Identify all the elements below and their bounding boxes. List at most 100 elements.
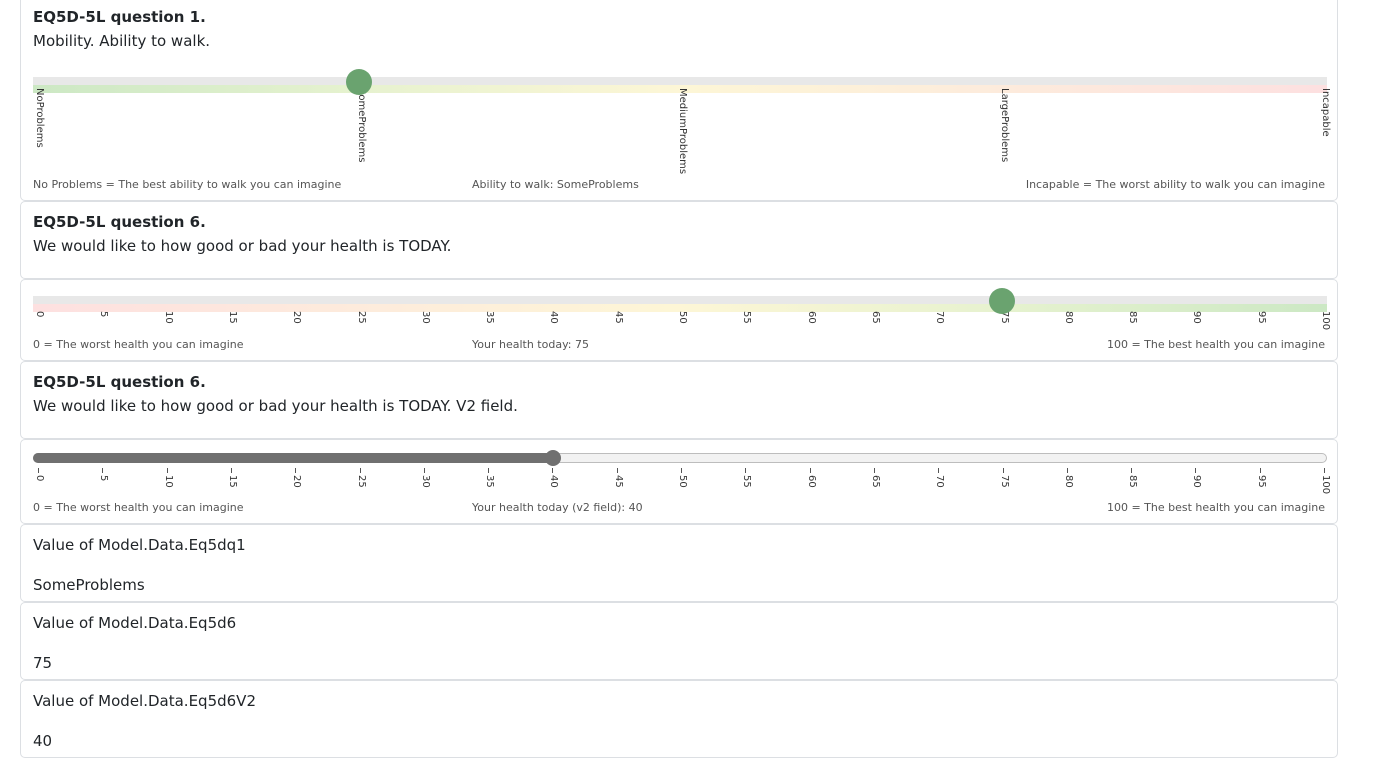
tick-mark — [1002, 468, 1004, 473]
value-text: 75 — [33, 654, 53, 672]
tick-label: 70 — [934, 475, 946, 488]
tick-mark — [1195, 468, 1197, 473]
tick-label: 90 — [1191, 475, 1203, 488]
tick-label: 5 — [98, 475, 110, 482]
tick-label: 45 — [612, 475, 624, 488]
tick-label: 50 — [677, 475, 688, 488]
tick-label: 25 — [355, 475, 367, 488]
tick-label: 95 — [1255, 311, 1267, 324]
tick-label: 80 — [1062, 475, 1074, 488]
tick-mark — [1324, 468, 1325, 473]
tick-label: 55 — [741, 311, 753, 324]
question-6v2-title: EQ5D-5L question 6. — [33, 373, 206, 391]
health-left-label: 0 = The worst health you can imagine — [33, 338, 244, 351]
tick-label: Incapable — [1320, 88, 1331, 137]
tick-label: 30 — [419, 311, 431, 324]
health-v2-slider[interactable]: 0 5 10 15 20 25 30 35 40 45 50 55 60 65 70 75 80 85 90 95 10… — [33, 450, 1331, 494]
tick-label: 40 — [548, 475, 560, 488]
mobility-slider-track-bg — [33, 77, 1327, 85]
tick-label: 65 — [869, 475, 881, 488]
health-v2-slider-thumb[interactable] — [545, 450, 562, 466]
tick-label: 20 — [291, 475, 303, 488]
tick-label: 30 — [419, 475, 431, 488]
tick-label: 15 — [226, 311, 238, 324]
mobility-center-label: Ability to walk: SomeProblems — [472, 178, 639, 191]
tick-label: SomeProblems — [355, 88, 367, 163]
health-v2-left-label: 0 = The worst health you can imagine — [33, 501, 244, 514]
tick-mark — [295, 468, 297, 473]
value-label: Value of Model.Data.Eq5d6 — [33, 614, 237, 632]
question-6-slider-card: 0 5 10 15 20 25 30 35 40 45 50 55 60 65 70 75 80 85 90 95 10… — [20, 279, 1338, 361]
mobility-left-label: No Problems = The best ability to walk y… — [33, 178, 342, 191]
question-6v2-card: EQ5D-5L question 6. We would like to how… — [20, 361, 1338, 439]
health-right-label: 100 = The best health you can imagine — [1106, 338, 1325, 351]
tick-label: 50 — [677, 311, 688, 324]
question-6v2-text: We would like to how good or bad your he… — [33, 397, 518, 415]
question-1-card: EQ5D-5L question 1. Mobility. Ability to… — [20, 0, 1338, 201]
tick-mark — [1259, 468, 1261, 473]
value-label: Value of Model.Data.Eq5dq1 — [33, 536, 246, 554]
tick-label: 10 — [162, 311, 174, 324]
tick-label: 35 — [484, 475, 496, 488]
mobility-right-label: Incapable = The worst ability to walk yo… — [1025, 178, 1325, 191]
tick-label: 55 — [741, 475, 753, 488]
tick-label: 100 — [1320, 475, 1331, 495]
health-slider[interactable]: 0 5 10 15 20 25 30 35 40 45 50 55 60 65 70 75 80 85 90 95 10… — [33, 288, 1331, 330]
mobility-slider-thumb[interactable] — [345, 69, 372, 95]
tick-label: MediumProblems — [677, 88, 688, 175]
health-slider-thumb[interactable] — [988, 288, 1015, 314]
tick-mark — [745, 468, 747, 473]
tick-mark — [1131, 468, 1133, 473]
tick-label: NoProblems — [34, 88, 45, 148]
tick-mark — [423, 468, 425, 473]
tick-mark — [552, 468, 554, 473]
tick-label: 90 — [1191, 311, 1203, 324]
health-v2-center-label: Your health today (v2 field): 40 — [472, 501, 643, 514]
tick-mark — [616, 468, 618, 473]
tick-mark — [938, 468, 940, 473]
tick-label: 85 — [1127, 475, 1139, 488]
value-card-eq5d6: Value of Model.Data.Eq5d6 75 — [20, 602, 1338, 680]
value-card-eq5d6v2: Value of Model.Data.Eq5d6V2 40 — [20, 680, 1338, 758]
health-center-label: Your health today: 75 — [472, 338, 589, 351]
mobility-slider[interactable]: NoProblems SomeProblems MediumProblems Larg… — [33, 69, 1331, 174]
tick-label: 25 — [355, 311, 367, 324]
tick-label: 45 — [612, 311, 624, 324]
question-6-text: We would like to how good or bad your he… — [33, 237, 452, 255]
tick-mark — [359, 468, 361, 473]
tick-label: 80 — [1062, 311, 1074, 324]
tick-mark — [681, 468, 682, 473]
tick-label: 35 — [484, 311, 496, 324]
value-text: 40 — [33, 732, 53, 750]
question-1-text: Mobility. Ability to walk. — [33, 32, 211, 50]
tick-mark — [873, 468, 875, 473]
tick-label: 5 — [98, 311, 110, 318]
tick-mark — [230, 468, 232, 473]
tick-label: 10 — [162, 475, 174, 488]
tick-mark — [38, 468, 39, 473]
tick-label: 65 — [869, 311, 881, 324]
tick-label: 0 — [34, 311, 45, 318]
value-text: SomeProblems — [33, 576, 145, 594]
tick-label: LargeProblems — [998, 88, 1010, 163]
tick-mark — [1066, 468, 1068, 473]
tick-label: 20 — [291, 311, 303, 324]
tick-label: 75 — [998, 475, 1010, 488]
health-v2-slider-fill — [33, 453, 554, 463]
tick-label: 85 — [1127, 311, 1139, 324]
tick-label: 100 — [1320, 311, 1331, 331]
question-6-card: EQ5D-5L question 6. We would like to how… — [20, 201, 1338, 279]
tick-label: 70 — [934, 311, 946, 324]
tick-label: 40 — [548, 311, 560, 324]
tick-label: 15 — [226, 475, 238, 488]
tick-mark — [166, 468, 168, 473]
tick-mark — [102, 468, 104, 473]
question-6-title: EQ5D-5L question 6. — [33, 213, 206, 231]
tick-label: 0 — [34, 475, 45, 482]
health-v2-right-label: 100 = The best health you can imagine — [1106, 501, 1325, 514]
value-card-eq5dq1: Value of Model.Data.Eq5dq1 SomeProblems — [20, 524, 1338, 602]
tick-label: 60 — [805, 475, 817, 488]
question-6v2-slider-card: 0 5 10 15 20 25 30 35 40 45 50 55 60 65 70 75 80 85 90 95 10… — [20, 439, 1338, 524]
health-slider-track-bg — [33, 296, 1327, 304]
value-label: Value of Model.Data.Eq5d6V2 — [33, 692, 256, 710]
